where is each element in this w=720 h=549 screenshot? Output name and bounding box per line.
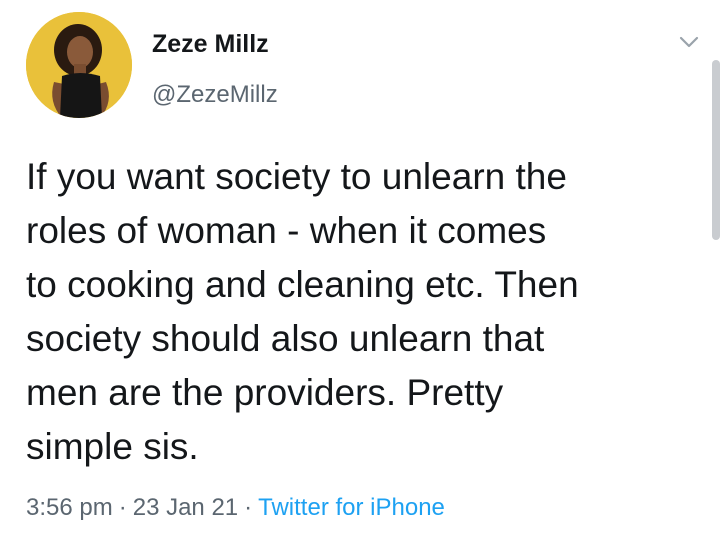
meta-separator: · xyxy=(244,494,253,521)
tweet-text-line: roles of woman - when it comes xyxy=(26,210,547,251)
avatar[interactable] xyxy=(26,12,132,118)
tweet-date[interactable]: 23 Jan 21 xyxy=(133,494,238,521)
tweet-card: Zeze Millz @ZezeMillz If you want societ… xyxy=(0,0,720,549)
scrollbar[interactable] xyxy=(712,60,720,240)
tweet-source-link[interactable]: Twitter for iPhone xyxy=(258,494,445,521)
tweet-text-line: to cooking and cleaning etc. Then xyxy=(26,264,579,305)
tweet-text-line: men are the providers. Pretty xyxy=(26,372,504,413)
tweet-text-line: society should also unlearn that xyxy=(26,318,545,359)
tweet-text: If you want society to unlearn the roles… xyxy=(26,150,686,474)
meta-separator: · xyxy=(118,494,127,521)
tweet-text-line: If you want society to unlearn the xyxy=(26,156,567,197)
avatar-image xyxy=(26,12,132,118)
author-handle[interactable]: @ZezeMillz xyxy=(152,81,278,109)
chevron-down-icon[interactable] xyxy=(678,34,700,50)
author-display-name[interactable]: Zeze Millz xyxy=(152,30,269,59)
tweet-time[interactable]: 3:56 pm xyxy=(26,494,113,521)
tweet-text-line: simple sis. xyxy=(26,426,199,467)
tweet-meta: 3:56 pm · 23 Jan 21 · Twitter for iPhone xyxy=(26,494,445,522)
